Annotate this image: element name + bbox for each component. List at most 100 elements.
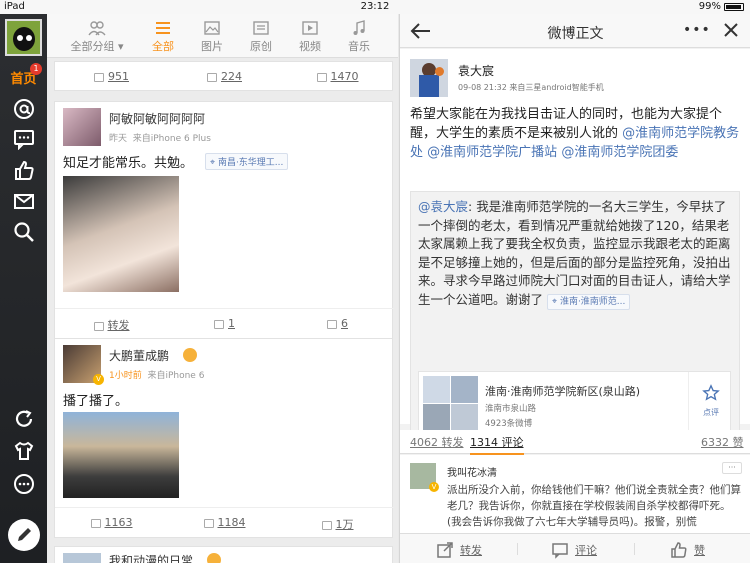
like-icon bbox=[671, 542, 687, 558]
user-name[interactable]: 我和动漫的日常 bbox=[109, 552, 193, 563]
user-name[interactable]: 阿敏阿敏阿阿阿阿 bbox=[109, 110, 205, 127]
avatar[interactable] bbox=[63, 553, 101, 563]
tab-comments[interactable]: 1314 评论 bbox=[470, 434, 524, 455]
tab-reposts[interactable]: 4062 转发 bbox=[410, 434, 464, 450]
repost-button[interactable]: 转发 bbox=[436, 541, 482, 559]
detail-header: 微博正文 ••• bbox=[400, 14, 750, 48]
location-tag[interactable]: ⌖ 淮南·淮南师范... bbox=[547, 293, 631, 310]
like-icon[interactable] bbox=[12, 159, 36, 183]
post-meta: 昨天 来自iPhone 6 Plus bbox=[109, 134, 211, 144]
like-icon bbox=[316, 72, 327, 82]
mention-link[interactable]: @淮南师范学院广播站 bbox=[427, 145, 557, 160]
verified-badge: V bbox=[93, 374, 104, 385]
feed-card[interactable]: V 大鹏董成鹏 1小时前 来自iPhone 6 播了播了。 1163 1184 … bbox=[54, 338, 394, 538]
doc-icon bbox=[253, 21, 269, 35]
mention-link[interactable]: @袁大宸 bbox=[418, 199, 468, 214]
card-actions: 转发 1 6 bbox=[55, 308, 394, 338]
search-icon[interactable] bbox=[12, 221, 36, 245]
post-detail-panel: 微博正文 ••• 袁大宸 09-08 21:32 来自三星android智能手机… bbox=[399, 14, 750, 563]
skin-icon[interactable] bbox=[12, 440, 36, 464]
comment-button[interactable]: 224 bbox=[168, 70, 281, 83]
notification-badge: 1 bbox=[30, 63, 42, 75]
card-actions: 951 224 1470 bbox=[55, 62, 394, 92]
mention-icon[interactable] bbox=[12, 98, 36, 122]
quoted-post[interactable]: @袁大宸: 我是淮南师范学院的一名大三学生，今早扶了一个摔倒的老太，看到情况严重… bbox=[410, 191, 740, 451]
like-button[interactable]: 1470 bbox=[281, 70, 394, 83]
comment-button[interactable]: 1 bbox=[168, 317, 281, 330]
comment-icon bbox=[203, 518, 214, 528]
comment-icon bbox=[207, 72, 217, 82]
repost-icon bbox=[90, 518, 101, 528]
feed-card[interactable]: 阿敏阿敏阿阿阿阿 昨天 来自iPhone 6 Plus 知足才能常乐。共勉。 ⌖… bbox=[54, 101, 394, 340]
post-image[interactable] bbox=[63, 412, 179, 498]
feed-card[interactable]: 我和动漫的日常 bbox=[54, 546, 393, 563]
timeline-panel: 全部分组 ▾ 全部 图片 原创 视频 音乐 951 224 1470 阿敏阿敏阿… bbox=[47, 14, 398, 563]
place-post-count: 4923条微博 bbox=[485, 419, 533, 429]
like-icon bbox=[321, 520, 332, 530]
tab-likes[interactable]: 6332 赞 bbox=[701, 434, 744, 450]
author-name[interactable]: 袁大宸 bbox=[458, 62, 494, 79]
close-icon bbox=[724, 23, 738, 37]
place-address: 淮南市泉山路 bbox=[485, 404, 537, 414]
review-button[interactable]: 点评 bbox=[688, 372, 732, 433]
mail-icon[interactable] bbox=[12, 190, 36, 214]
comment-item: V 我叫花冰清 ··· 派出所没介入前，你给钱他们干嘛？他们说全责就全责？他们算… bbox=[400, 455, 750, 535]
repost-button[interactable]: 951 bbox=[55, 70, 168, 83]
video-icon bbox=[302, 21, 318, 35]
star-icon bbox=[702, 384, 720, 401]
comment-icon[interactable] bbox=[12, 128, 36, 152]
profile-avatar[interactable] bbox=[5, 19, 42, 56]
location-tag[interactable]: ⌖ 南昌·东华理工... bbox=[205, 153, 289, 170]
pencil-icon bbox=[18, 528, 31, 541]
detail-post: 袁大宸 09-08 21:32 来自三星android智能手机 希望大家能在为我… bbox=[400, 49, 750, 451]
verified-badge: V bbox=[429, 482, 439, 492]
emoji-icon bbox=[207, 553, 221, 563]
comment-user[interactable]: 我叫花冰清 bbox=[447, 464, 497, 479]
refresh-icon[interactable] bbox=[12, 408, 36, 432]
comment-button[interactable]: 评论 bbox=[551, 541, 597, 559]
like-button[interactable]: 6 bbox=[281, 317, 394, 330]
battery-status: 99% bbox=[699, 1, 744, 12]
place-name: 淮南·淮南师范学院新区(泉山路) bbox=[485, 385, 641, 398]
post-image[interactable] bbox=[63, 176, 179, 292]
like-button[interactable]: 赞 bbox=[670, 541, 705, 559]
author-avatar[interactable] bbox=[410, 59, 448, 97]
mention-link[interactable]: @淮南师范学院团委 bbox=[561, 145, 678, 160]
repost-button[interactable]: 1163 bbox=[55, 516, 168, 529]
avatar[interactable] bbox=[63, 108, 101, 146]
comment-tabs: 4062 转发 1314 评论 6332 赞 bbox=[400, 430, 750, 455]
close-button[interactable] bbox=[722, 20, 740, 40]
music-icon bbox=[353, 20, 365, 35]
sidebar: 首页 1 bbox=[0, 14, 47, 563]
comment-icon bbox=[552, 543, 568, 559]
post-meta: 1小时前 来自iPhone 6 bbox=[109, 371, 205, 381]
post-text: 希望大家能在为我找目击证人的同时，也能为大家提个醒，大学生的素质不是来被别人讹的… bbox=[410, 107, 740, 160]
tab-music[interactable]: 音乐 bbox=[329, 18, 389, 54]
place-card[interactable]: 淮南·淮南师范学院新区(泉山路) 淮南市泉山路 4923条微博 点评 bbox=[418, 371, 731, 434]
feed-card: 951 224 1470 bbox=[54, 61, 393, 91]
clock: 23:12 bbox=[360, 1, 390, 12]
more-options-button[interactable]: ••• bbox=[683, 22, 711, 38]
more-icon[interactable] bbox=[12, 473, 36, 497]
repost-button[interactable]: 转发 bbox=[55, 317, 168, 333]
like-button[interactable]: 1万 bbox=[281, 516, 394, 532]
list-icon bbox=[156, 22, 170, 34]
status-bar: iPad 23:12 99% bbox=[0, 0, 750, 14]
comment-more-button[interactable]: ··· bbox=[722, 462, 742, 474]
image-icon bbox=[204, 21, 220, 35]
quoted-text: @袁大宸: 我是淮南师范学院的一名大三学生，今早扶了一个摔倒的老太，看到情况严重… bbox=[418, 198, 736, 310]
compose-button[interactable] bbox=[8, 519, 40, 551]
card-actions: 1163 1184 1万 bbox=[55, 507, 394, 537]
post-text: 知足才能常乐。共勉。 bbox=[63, 156, 194, 171]
comment-text: 派出所没介入前，你给钱他们干嘛？他们说全责就全责？他们算老几？我告诉你，你就直接… bbox=[447, 484, 741, 528]
detail-action-bar: 转发 评论 赞 bbox=[400, 533, 750, 563]
group-icon bbox=[88, 21, 106, 36]
post-text: 播了播了。 bbox=[63, 394, 129, 409]
post-meta: 09-08 21:32 来自三星android智能手机 bbox=[458, 83, 604, 92]
comment-icon bbox=[214, 319, 224, 329]
repost-icon bbox=[93, 321, 104, 331]
tab-all-groups[interactable]: 全部分组 ▾ bbox=[62, 18, 132, 54]
comment-button[interactable]: 1184 bbox=[168, 516, 281, 529]
battery-icon bbox=[724, 2, 744, 11]
user-name[interactable]: 大鹏董成鹏 bbox=[109, 347, 169, 364]
